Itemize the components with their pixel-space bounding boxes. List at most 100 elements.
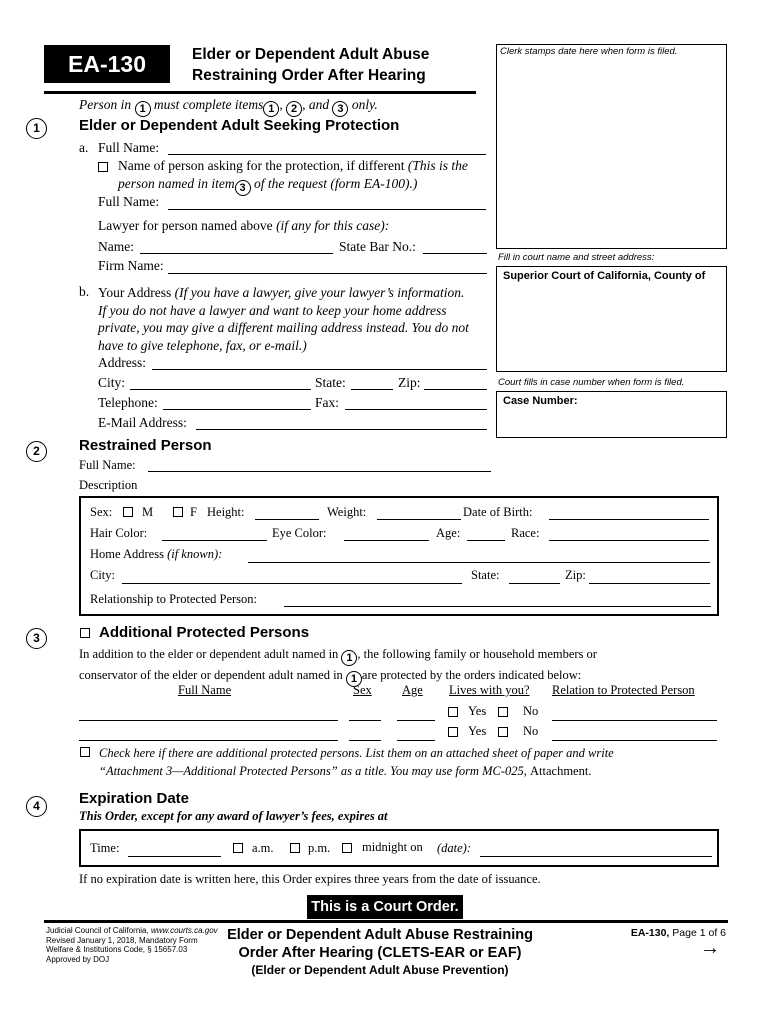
state-field[interactable] bbox=[351, 389, 393, 390]
form-id: EA-130 bbox=[68, 51, 146, 77]
race-field[interactable] bbox=[549, 540, 709, 541]
midnight-checkbox[interactable] bbox=[342, 843, 352, 853]
sex-m-label: M bbox=[142, 505, 154, 519]
row2-full-name-field[interactable] bbox=[79, 740, 338, 741]
time-field[interactable] bbox=[128, 856, 221, 857]
different-person-label: Name of person asking for the protection… bbox=[118, 158, 468, 173]
item-ref-1: 1 bbox=[134, 101, 151, 117]
section3-title: Additional Protected Persons bbox=[99, 624, 310, 641]
hair-color-field[interactable] bbox=[162, 540, 267, 541]
court-label: Superior Court of California, County of bbox=[503, 270, 706, 282]
home-address-field[interactable] bbox=[248, 562, 710, 563]
footer-rule bbox=[44, 920, 728, 923]
am-checkbox[interactable] bbox=[233, 843, 243, 853]
item-ref-1: 1 bbox=[263, 101, 280, 117]
restrained-city-field[interactable] bbox=[122, 583, 462, 584]
weight-field[interactable] bbox=[377, 519, 461, 520]
midnight-label: midnight on bbox=[362, 840, 423, 854]
form-id-badge: EA-130 bbox=[44, 45, 170, 83]
email-label: E-Mail Address: bbox=[98, 415, 187, 430]
pm-label: p.m. bbox=[308, 841, 331, 855]
next-page-arrow-icon[interactable]: → bbox=[700, 938, 720, 958]
section4-title: Expiration Date bbox=[79, 790, 190, 807]
row1-age-field[interactable] bbox=[397, 720, 435, 721]
case-label: Case Number: bbox=[503, 395, 578, 407]
item-ref-3: 3 bbox=[332, 101, 349, 117]
dob-field[interactable] bbox=[549, 519, 709, 520]
row1-full-name-field[interactable] bbox=[79, 720, 338, 721]
different-person-checkbox[interactable] bbox=[98, 162, 108, 172]
restrained-state-label: State: bbox=[471, 568, 500, 582]
court-name-box[interactable]: Superior Court of California, County of bbox=[496, 266, 727, 372]
age-field[interactable] bbox=[467, 540, 505, 541]
time-label: Time: bbox=[90, 841, 120, 855]
row1-relation-field[interactable] bbox=[552, 720, 717, 721]
additional-protected-checkbox[interactable] bbox=[80, 628, 90, 638]
item-a-label: a. bbox=[79, 140, 89, 155]
row2-no-label: No bbox=[523, 724, 539, 738]
header-rule bbox=[44, 91, 476, 94]
item-ref-1: 1 bbox=[341, 650, 358, 666]
email-field[interactable] bbox=[196, 429, 487, 430]
item-b-label: b. bbox=[79, 284, 90, 299]
state-label: State: bbox=[315, 375, 346, 390]
sex-f-checkbox[interactable] bbox=[173, 507, 183, 517]
state-bar-field[interactable] bbox=[423, 253, 487, 254]
more-protected-checkbox[interactable] bbox=[80, 747, 90, 757]
lawyer-label: Lawyer for person named above (if any fo… bbox=[98, 218, 390, 233]
restrained-city-label: City: bbox=[90, 568, 116, 582]
your-address-heading: Your Address (If you have a lawyer, give… bbox=[98, 285, 469, 353]
row2-yes-checkbox[interactable] bbox=[448, 727, 458, 737]
row1-no-label: No bbox=[523, 704, 539, 718]
telephone-field[interactable] bbox=[163, 409, 311, 410]
full-name-label: Full Name: bbox=[98, 140, 160, 155]
restrained-full-name-field[interactable] bbox=[148, 471, 491, 472]
pm-checkbox[interactable] bbox=[290, 843, 300, 853]
lawyer-name-field[interactable] bbox=[140, 253, 333, 254]
footer-title: Elder or Dependent Adult Abuse Restraini… bbox=[227, 927, 533, 977]
city-field[interactable] bbox=[130, 389, 311, 390]
section-number-2: 2 bbox=[26, 441, 47, 462]
section-number-3: 3 bbox=[26, 628, 47, 649]
eye-color-field[interactable] bbox=[344, 540, 429, 541]
restrained-zip-label: Zip: bbox=[565, 568, 586, 582]
address-field[interactable] bbox=[152, 369, 487, 370]
sex-m-checkbox[interactable] bbox=[123, 507, 133, 517]
race-label: Race: bbox=[511, 526, 540, 540]
section3-intro: In addition to the elder or dependent ad… bbox=[79, 647, 597, 687]
relationship-label: Relationship to Protected Person: bbox=[90, 592, 257, 606]
height-field[interactable] bbox=[255, 519, 319, 520]
row1-yes-checkbox[interactable] bbox=[448, 707, 458, 717]
row2-sex-field[interactable] bbox=[349, 740, 381, 741]
item-ref-2: 2 bbox=[286, 101, 303, 117]
restrained-state-field[interactable] bbox=[509, 583, 560, 584]
row1-no-checkbox[interactable] bbox=[498, 707, 508, 717]
zip-field[interactable] bbox=[424, 389, 487, 390]
expiration-date-field[interactable] bbox=[480, 856, 712, 857]
courts-website-link[interactable]: www.courts.ca.gov bbox=[151, 926, 218, 935]
full-name2-field[interactable] bbox=[168, 209, 486, 210]
eye-color-label: Eye Color: bbox=[272, 526, 327, 540]
case-number-box[interactable]: Case Number: bbox=[496, 391, 727, 438]
fax-field[interactable] bbox=[345, 409, 487, 410]
item-ref-3: 3 bbox=[234, 180, 251, 196]
restrained-zip-field[interactable] bbox=[589, 583, 710, 584]
address-label: Address: bbox=[98, 355, 146, 370]
full-name-field[interactable] bbox=[168, 154, 486, 155]
am-label: a.m. bbox=[252, 841, 274, 855]
sex-f-label: F bbox=[190, 505, 197, 519]
firm-name-field[interactable] bbox=[168, 273, 487, 274]
col-lives-with: Lives with you? bbox=[449, 683, 530, 697]
section-number-4: 4 bbox=[26, 796, 47, 817]
dob-label: Date of Birth: bbox=[463, 505, 533, 519]
row2-relation-field[interactable] bbox=[552, 740, 717, 741]
row2-age-field[interactable] bbox=[397, 740, 435, 741]
row2-no-checkbox[interactable] bbox=[498, 727, 508, 737]
row1-sex-field[interactable] bbox=[349, 720, 381, 721]
city-label: City: bbox=[98, 375, 126, 390]
section4-subtitle: This Order, except for any award of lawy… bbox=[79, 809, 388, 823]
row2-yes-label: Yes bbox=[468, 724, 487, 738]
clerk-stamp-box[interactable]: Clerk stamps date here when form is file… bbox=[496, 44, 727, 249]
footer-left: Judicial Council of California, www.cour… bbox=[46, 926, 218, 964]
relationship-field[interactable] bbox=[284, 606, 711, 607]
